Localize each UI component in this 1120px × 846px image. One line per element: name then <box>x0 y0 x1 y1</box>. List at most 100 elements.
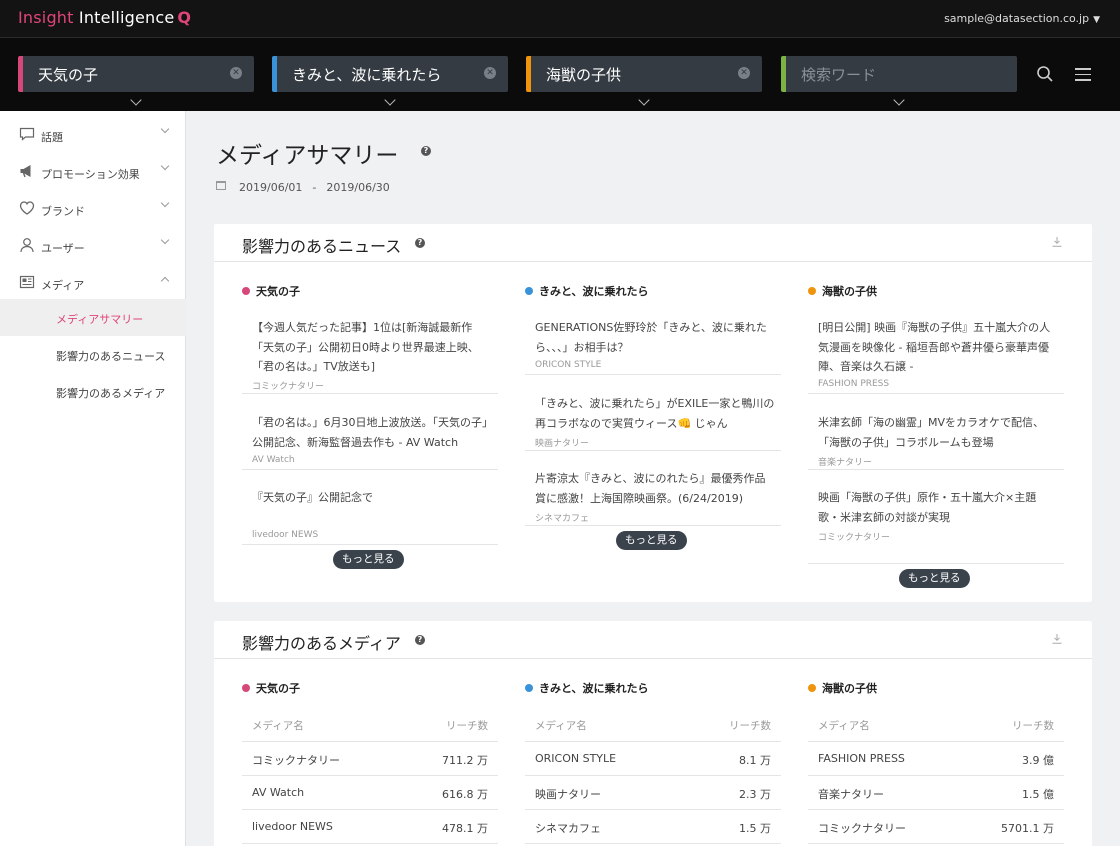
column-header-media: メディア名 <box>818 720 870 732</box>
series-dot <box>242 287 250 295</box>
date-separator: - <box>312 181 317 194</box>
download-icon[interactable] <box>1052 634 1062 644</box>
sidebar-item-brand[interactable]: ブランド <box>0 189 186 226</box>
date-range[interactable]: 2019/06/01-2019/06/30 <box>239 181 390 194</box>
table-row[interactable]: 音楽ナタリー 1.5 億 <box>808 776 1064 810</box>
caret-down-icon: ▼ <box>1093 15 1100 25</box>
user-email: sample@datasection.co.jp <box>944 12 1090 25</box>
sidebar-subitem-influential-news[interactable]: 影響力のあるニュース <box>0 336 186 373</box>
sidebar-item-label: ユーザー <box>41 242 85 255</box>
date-to: 2019/06/30 <box>326 181 390 194</box>
app-logo[interactable]: Insight Intelligence Q <box>18 8 191 27</box>
chevron-down-icon <box>160 161 170 171</box>
keyword-chip-1[interactable]: 天気の子 ✕ <box>18 56 254 106</box>
chevron-down-icon[interactable] <box>638 94 650 106</box>
keyword-chip-label: 海獣の子供 <box>546 66 622 84</box>
speech-bubble-icon <box>19 127 35 141</box>
table-row[interactable]: コミックナタリー 5701.1 万 <box>808 810 1064 844</box>
news-title: 映画「海獣の子供」原作・五十嵐大介×主題歌・米津玄師の対談が実現 <box>818 491 1037 524</box>
news-title: [明日公開] 映画『海獣の子供』五十嵐大介の人気漫画を映像化 - 稲垣吾郎や蒼井… <box>818 321 1051 373</box>
newspaper-icon <box>19 275 35 289</box>
table-header: メディア名 リーチ数 <box>808 708 1064 742</box>
card-title: 影響力のあるニュース <box>242 237 402 256</box>
chevron-down-icon <box>160 124 170 134</box>
chevron-down-icon[interactable] <box>893 94 905 106</box>
remove-chip-icon[interactable]: ✕ <box>484 67 496 79</box>
sidebar-item-label: ブランド <box>41 205 85 218</box>
download-icon[interactable] <box>1052 237 1062 247</box>
remove-chip-icon[interactable]: ✕ <box>738 67 750 79</box>
news-column-3: 海獣の子供 [明日公開] 映画『海獣の子供』五十嵐大介の人気漫画を映像化 - 稲… <box>808 283 1064 588</box>
keyword-chip-2[interactable]: きみと、波に乗れたら ✕ <box>272 56 508 106</box>
news-column-1: 天気の子 【今週人気だった記事】1位は[新海誠最新作「天気の子」公開初日0時より… <box>242 283 498 583</box>
sidebar-subitem-label: 影響力のあるニュース <box>56 350 166 363</box>
table-row[interactable]: ORICON STYLE 8.1 万 <box>525 742 781 776</box>
news-item[interactable]: 「君の名は。」6月30日地上波放送。「天気の子」公開記念、新海監督過去作も - … <box>242 413 498 470</box>
user-icon <box>20 238 34 253</box>
sidebar-item-users[interactable]: ユーザー <box>0 226 186 263</box>
table-row[interactable]: 映画ナタリー 2.3 万 <box>525 776 781 810</box>
column-title: きみと、波に乗れたら <box>525 680 649 696</box>
sidebar-item-promotion[interactable]: プロモーション効果 <box>0 152 186 189</box>
sidebar-subitem-influential-media[interactable]: 影響力のあるメディア <box>0 373 186 410</box>
news-item[interactable]: 米津玄師「海の幽霊」MVをカラオケで配信、「海獣の子供」コラボルームも登場 音楽ナ… <box>808 413 1064 470</box>
remove-chip-icon[interactable]: ✕ <box>230 67 242 79</box>
table-row[interactable]: コミックナタリー 711.2 万 <box>242 742 498 776</box>
sidebar-item-label: メディア <box>41 279 85 292</box>
news-source: FASHION PRESS <box>818 379 890 389</box>
news-item[interactable]: 「きみと、波に乗れたら」がEXILE一家と鴨川の再コラボなので実質ウィース👊 じ… <box>525 394 781 451</box>
table-row[interactable]: AV Watch 616.8 万 <box>242 776 498 810</box>
keyword-chip-label: きみと、波に乗れたら <box>292 66 442 84</box>
table-header: メディア名 リーチ数 <box>525 708 781 742</box>
column-header-reach: リーチ数 <box>446 720 488 732</box>
column-header-media: メディア名 <box>252 720 304 732</box>
column-title: 海獣の子供 <box>808 283 877 299</box>
news-title: 「きみと、波に乗れたら」がEXILE一家と鴨川の再コラボなので実質ウィース👊 じ… <box>535 397 775 430</box>
sidebar-item-media[interactable]: メディア <box>0 263 186 300</box>
news-item[interactable]: 『天気の子』公開記念で livedoor NEWS <box>242 488 498 545</box>
search-icon[interactable] <box>1037 66 1053 82</box>
series-dot <box>525 287 533 295</box>
chevron-down-icon[interactable] <box>130 94 142 106</box>
keyword-input[interactable]: 検索ワード <box>781 56 1017 106</box>
table-row[interactable]: FASHION PRESS 3.9 億 <box>808 742 1064 776</box>
help-icon[interactable]: ? <box>415 238 425 248</box>
news-item[interactable]: 映画「海獣の子供」原作・五十嵐大介×主題歌・米津玄師の対談が実現 コミックナタリー <box>808 488 1064 564</box>
card-title: 影響力のあるメディア <box>242 634 401 653</box>
table-header: メディア名 リーチ数 <box>242 708 498 742</box>
calendar-icon <box>216 181 226 190</box>
news-source: livedoor NEWS <box>252 530 319 540</box>
media-column-2: きみと、波に乗れたら メディア名 リーチ数 ORICON STYLE 8.1 万 映… <box>525 680 781 846</box>
top-bar: Insight Intelligence Q sample@datasection… <box>0 0 1120 38</box>
help-icon[interactable]: ? <box>415 635 425 645</box>
news-title: 米津玄師「海の幽霊」MVをカラオケで配信、「海獣の子供」コラボルームも登場 <box>818 416 1045 449</box>
news-title: 片寄涼太『きみと、波にのれたら』最優秀作品賞に感激！上海国際映画祭。(6/24/… <box>535 472 766 505</box>
news-title: 【今週人気だった記事】1位は[新海誠最新作「天気の子」公開初日0時より世界最速上… <box>252 321 479 373</box>
news-source: 映画ナタリー <box>535 439 590 449</box>
news-item[interactable]: 片寄涼太『きみと、波にのれたら』最優秀作品賞に感激！上海国際映画祭。(6/24/… <box>525 469 781 526</box>
hamburger-menu-icon[interactable] <box>1075 68 1091 82</box>
card-header: 影響力のあるニュース ? <box>214 224 1092 262</box>
more-button[interactable]: もっと見る <box>616 531 687 550</box>
sidebar-item-topics[interactable]: 話題 <box>0 115 186 152</box>
sidebar-subitem-media-summary[interactable]: メディアサマリー <box>0 299 186 336</box>
series-dot <box>808 287 816 295</box>
keyword-input-placeholder: 検索ワード <box>801 66 877 84</box>
series-dot <box>525 684 533 692</box>
search-bar: 天気の子 ✕ きみと、波に乗れたら ✕ 海獣の子供 ✕ 検索ワード <box>0 38 1120 111</box>
news-item[interactable]: [明日公開] 映画『海獣の子供』五十嵐大介の人気漫画を映像化 - 稲垣吾郎や蒼井… <box>808 318 1064 394</box>
media-column-3: 海獣の子供 メディア名 リーチ数 FASHION PRESS 3.9 億 音楽ナタリ… <box>808 680 1064 846</box>
sidebar-item-label: プロモーション効果 <box>41 168 140 181</box>
chevron-up-icon <box>160 276 170 286</box>
news-item[interactable]: 【今週人気だった記事】1位は[新海誠最新作「天気の子」公開初日0時より世界最速上… <box>242 318 498 394</box>
chevron-down-icon[interactable] <box>384 94 396 106</box>
help-icon[interactable]: ? <box>421 146 431 156</box>
more-button[interactable]: もっと見る <box>333 550 404 569</box>
user-menu[interactable]: sample@datasection.co.jp ▼ <box>944 12 1100 25</box>
more-button[interactable]: もっと見る <box>899 569 970 588</box>
sidebar-subitem-label: メディアサマリー <box>56 313 144 326</box>
keyword-chip-3[interactable]: 海獣の子供 ✕ <box>526 56 762 106</box>
news-item[interactable]: GENERATIONS佐野玲於「きみと、波に乗れたら、、、」お相手は？ ORICO… <box>525 318 781 375</box>
table-row[interactable]: シネマカフェ 1.5 万 <box>525 810 781 844</box>
table-row[interactable]: livedoor NEWS 478.1 万 <box>242 810 498 844</box>
